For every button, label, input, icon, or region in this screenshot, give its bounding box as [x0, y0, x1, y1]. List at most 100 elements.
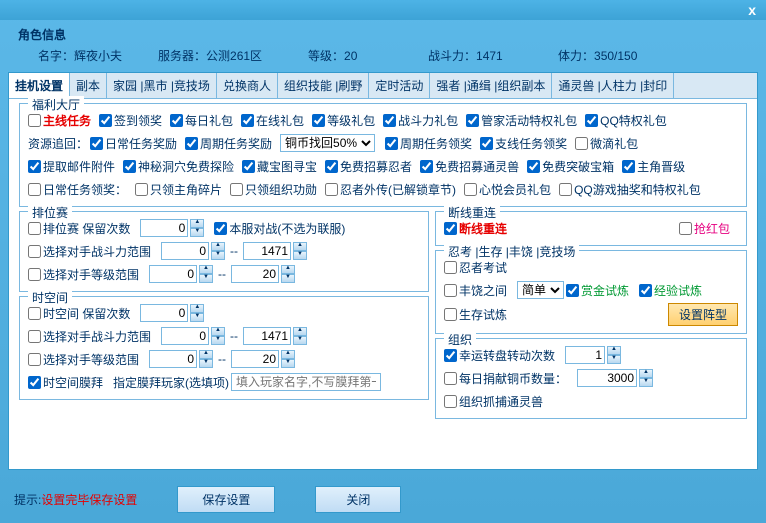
cb-daily-award[interactable]: [28, 183, 41, 196]
cb-rank-keep[interactable]: [28, 222, 41, 235]
time-power-min[interactable]: [161, 327, 209, 345]
cb-online-gift[interactable]: [241, 114, 254, 127]
spin-up-icon[interactable]: ▲: [293, 327, 307, 336]
cb-capture[interactable]: [444, 395, 457, 408]
close-icon[interactable]: x: [748, 2, 756, 18]
spin-up-icon[interactable]: ▲: [281, 350, 295, 359]
cb-free-beast[interactable]: [420, 160, 433, 173]
fengrao-select[interactable]: 简单: [517, 281, 564, 299]
tab-beast[interactable]: 通灵兽 |人柱力 |封印: [552, 73, 674, 98]
spin-up-icon[interactable]: ▲: [199, 265, 213, 274]
cb-free-ninja[interactable]: [325, 160, 338, 173]
spin-down-icon[interactable]: ▼: [281, 274, 295, 283]
cb-time-keep[interactable]: [28, 307, 41, 320]
cb-cave[interactable]: [123, 160, 136, 173]
time-level-min[interactable]: [149, 350, 197, 368]
spin-up-icon[interactable]: ▲: [281, 265, 295, 274]
cb-qq-gift[interactable]: [585, 114, 598, 127]
spin-down-icon[interactable]: ▼: [639, 378, 653, 387]
tab-hangup[interactable]: 挂机设置: [9, 73, 70, 98]
rank-level-min[interactable]: [149, 265, 197, 283]
spin-down-icon[interactable]: ▼: [211, 336, 225, 345]
rank-level-max[interactable]: [231, 265, 279, 283]
cb-rank-level[interactable]: [28, 268, 41, 281]
cb-reconnect[interactable]: [444, 222, 457, 235]
spin-down-icon[interactable]: ▼: [293, 251, 307, 260]
cb-main-quest[interactable]: [28, 114, 41, 127]
coin-recover-select[interactable]: 铜币找回50%: [280, 134, 375, 152]
tab-merchant[interactable]: 兑换商人: [217, 73, 278, 98]
donate-input[interactable]: [577, 369, 637, 387]
cb-time-power[interactable]: [28, 330, 41, 343]
spin-down-icon[interactable]: ▼: [607, 355, 621, 364]
cb-wechat-gift[interactable]: [575, 137, 588, 150]
rank-power-max[interactable]: [243, 242, 291, 260]
spin-down-icon[interactable]: ▼: [190, 228, 204, 237]
cb-wheel[interactable]: [444, 349, 457, 362]
cb-weekly-reward[interactable]: [185, 137, 198, 150]
time-keep-input[interactable]: [140, 304, 188, 322]
rank-power-min[interactable]: [161, 242, 209, 260]
rank-keep-input[interactable]: [140, 219, 188, 237]
cb-local-server[interactable]: [214, 222, 227, 235]
cb-treasure[interactable]: [242, 160, 255, 173]
cb-bounty[interactable]: [566, 284, 579, 297]
spin-up-icon[interactable]: ▲: [211, 242, 225, 251]
wheel-input[interactable]: [565, 346, 605, 364]
cb-level-gift[interactable]: [312, 114, 325, 127]
cb-weekly-award[interactable]: [385, 137, 398, 150]
time-power-max[interactable]: [243, 327, 291, 345]
cb-gaiden[interactable]: [325, 183, 338, 196]
save-button[interactable]: 保存设置: [177, 486, 275, 513]
cb-daily-reward[interactable]: [90, 137, 103, 150]
lbl-lead-frag: 只领主角碎片: [150, 181, 222, 198]
spin-down-icon[interactable]: ▼: [199, 274, 213, 283]
spin-up-icon[interactable]: ▲: [190, 304, 204, 313]
spin-down-icon[interactable]: ▼: [281, 359, 295, 368]
cb-exp[interactable]: [639, 284, 652, 297]
cb-free-box[interactable]: [527, 160, 540, 173]
spin-down-icon[interactable]: ▼: [293, 336, 307, 345]
cb-daily-gift[interactable]: [170, 114, 183, 127]
tab-home[interactable]: 家园 |黑市 |竞技场: [107, 73, 217, 98]
spin-up-icon[interactable]: ▲: [607, 346, 621, 355]
cb-butler-gift[interactable]: [466, 114, 479, 127]
spin-up-icon[interactable]: ▲: [190, 219, 204, 228]
formation-button[interactable]: 设置阵型: [668, 303, 738, 326]
spin-up-icon[interactable]: ▲: [293, 242, 307, 251]
spin-up-icon[interactable]: ▲: [199, 350, 213, 359]
cb-exam[interactable]: [444, 261, 457, 274]
spin-up-icon[interactable]: ▲: [639, 369, 653, 378]
cb-org-merit[interactable]: [230, 183, 243, 196]
cb-rank-power[interactable]: [28, 245, 41, 258]
cb-xinyue[interactable]: [464, 183, 477, 196]
close-button[interactable]: 关闭: [315, 486, 401, 513]
cb-power-gift[interactable]: [383, 114, 396, 127]
cb-qq-lottery[interactable]: [559, 183, 572, 196]
tab-org-skill[interactable]: 组织技能 |刷野: [278, 73, 369, 98]
spin-down-icon[interactable]: ▼: [199, 359, 213, 368]
tab-timed[interactable]: 定时活动: [369, 73, 430, 98]
cb-mail[interactable]: [28, 160, 41, 173]
lbl-weekly-reward: 周期任务奖励: [200, 135, 272, 152]
time-level-max[interactable]: [231, 350, 279, 368]
worship-input[interactable]: [231, 373, 381, 391]
cb-lead-frag[interactable]: [135, 183, 148, 196]
spin-down-icon[interactable]: ▼: [190, 313, 204, 322]
cb-sign[interactable]: [99, 114, 112, 127]
cb-fengrao[interactable]: [444, 284, 457, 297]
tab-dungeon[interactable]: 副本: [70, 73, 107, 98]
power-value: 1471: [476, 49, 503, 63]
lbl-worship: 时空间膜拜: [43, 374, 103, 391]
cb-donate[interactable]: [444, 372, 457, 385]
cb-survive[interactable]: [444, 308, 457, 321]
tab-strong[interactable]: 强者 |通缉 |组织副本: [430, 73, 552, 98]
spin-down-icon[interactable]: ▼: [211, 251, 225, 260]
spin-up-icon[interactable]: ▲: [211, 327, 225, 336]
lbl-org-merit: 只领组织功勋: [245, 181, 317, 198]
cb-redpacket[interactable]: [679, 222, 692, 235]
cb-branch-award[interactable]: [480, 137, 493, 150]
cb-worship[interactable]: [28, 376, 41, 389]
cb-lead-up[interactable]: [622, 160, 635, 173]
cb-time-level[interactable]: [28, 353, 41, 366]
